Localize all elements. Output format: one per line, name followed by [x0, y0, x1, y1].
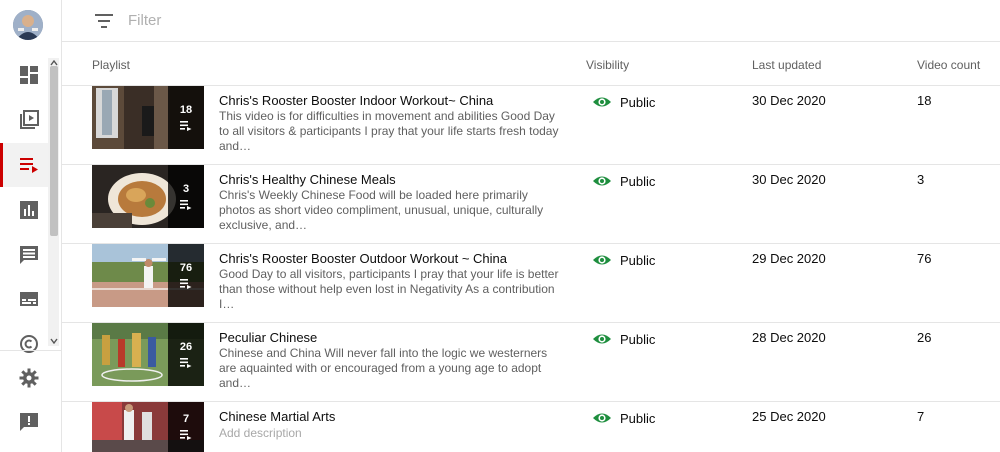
- playlist-queue-icon: [180, 357, 192, 368]
- playlist-description: Chris's Weekly Chinese Food will be load…: [219, 188, 544, 232]
- visibility-cell[interactable]: Public: [592, 171, 655, 191]
- header-video-count[interactable]: Video count: [917, 58, 980, 72]
- table-row[interactable]: 76 Chris's Rooster Booster Outdoor Worko…: [62, 244, 1000, 323]
- playlist-thumbnail[interactable]: 3: [92, 165, 204, 228]
- eye-icon: [593, 255, 611, 265]
- filter-input[interactable]: [128, 9, 528, 31]
- table-header: Playlist Visibility Last updated Video c…: [62, 42, 1000, 86]
- header-playlist[interactable]: Playlist: [92, 58, 130, 72]
- visibility-label: Public: [620, 173, 656, 189]
- scroll-up-icon[interactable]: [48, 58, 59, 68]
- filter-icon[interactable]: [92, 9, 116, 33]
- playlist-title[interactable]: Chinese Martial Arts: [219, 409, 335, 424]
- last-updated: 30 Dec 2020: [752, 93, 826, 108]
- playlist-queue-icon: [180, 278, 192, 289]
- thumbnail-video-count: 26: [179, 340, 193, 353]
- header-last-updated[interactable]: Last updated: [752, 58, 821, 72]
- table-row[interactable]: 18 Chris's Rooster Booster Indoor Workou…: [62, 86, 1000, 165]
- visibility-label: Public: [620, 252, 656, 268]
- thumbnail-overlay: 18: [168, 86, 204, 149]
- playlist-thumbnail[interactable]: 76: [92, 244, 204, 307]
- thumbnail-video-count: 3: [182, 182, 190, 195]
- playlist-queue-icon: [180, 430, 192, 440]
- visibility-label: Public: [620, 94, 656, 110]
- visibility-label: Public: [620, 331, 656, 347]
- last-updated: 25 Dec 2020: [752, 409, 826, 424]
- thumbnail-overlay: 7: [168, 402, 204, 452]
- sidebar-scrollbar-thumb[interactable]: [50, 66, 58, 236]
- thumbnail-overlay: 26: [168, 323, 204, 386]
- header-visibility[interactable]: Visibility: [586, 58, 629, 72]
- last-updated: 28 Dec 2020: [752, 330, 826, 345]
- playlist-title[interactable]: Chris's Rooster Booster Outdoor Workout …: [219, 251, 507, 266]
- scroll-down-icon[interactable]: [48, 336, 59, 346]
- video-count: 7: [917, 409, 925, 424]
- table-row[interactable]: 3 Chris's Healthy Chinese Meals Chris's …: [62, 165, 1000, 244]
- subtitles-icon: [20, 292, 38, 306]
- sidebar-item-settings[interactable]: [0, 356, 58, 400]
- playlist-title[interactable]: Peculiar Chinese: [219, 330, 317, 345]
- feedback-icon: [20, 413, 38, 431]
- filter-bar: [62, 0, 1000, 42]
- visibility-label: Public: [620, 410, 656, 426]
- thumbnail-overlay: 3: [168, 165, 204, 228]
- playlist-description-placeholder[interactable]: Add description: [219, 426, 567, 441]
- visibility-cell[interactable]: Public: [592, 408, 655, 428]
- thumbnail-video-count: 18: [179, 103, 193, 116]
- sidebar-item-feedback[interactable]: [0, 400, 58, 444]
- video-count: 26: [917, 330, 932, 345]
- playlist-thumbnail[interactable]: 18: [92, 86, 204, 149]
- eye-icon: [593, 334, 611, 344]
- thumbnail-video-count: 7: [182, 413, 190, 425]
- playlist-thumbnail[interactable]: 26: [92, 323, 204, 386]
- playlist-description: Chinese and China Will never fall into t…: [219, 346, 548, 390]
- video-count: 18: [917, 93, 932, 108]
- playlist-thumbnail[interactable]: 7: [92, 402, 204, 452]
- thumbnail-video-count: 76: [179, 261, 193, 274]
- sidebar-divider: [0, 350, 61, 351]
- eye-icon: [593, 413, 611, 423]
- sidebar: [0, 0, 62, 452]
- visibility-cell[interactable]: Public: [592, 92, 655, 112]
- table-row[interactable]: 26 Peculiar Chinese Chinese and China Wi…: [62, 323, 1000, 402]
- video-count: 76: [917, 251, 932, 266]
- last-updated: 29 Dec 2020: [752, 251, 826, 266]
- playlist-description: Good Day to all visitors, participants I…: [219, 267, 559, 311]
- analytics-icon: [20, 201, 38, 219]
- copyright-icon: [20, 335, 38, 353]
- studio-app: Playlist Visibility Last updated Video c…: [0, 0, 1000, 452]
- playlist-title[interactable]: Chris's Healthy Chinese Meals: [219, 172, 396, 187]
- dashboard-icon: [20, 66, 38, 84]
- last-updated: 30 Dec 2020: [752, 172, 826, 187]
- playlist-queue-icon: [180, 120, 192, 131]
- playlist-description: This video is for difficulties in moveme…: [219, 109, 559, 153]
- eye-icon: [593, 176, 611, 186]
- avatar[interactable]: [13, 10, 43, 40]
- visibility-cell[interactable]: Public: [592, 250, 655, 270]
- content-icon: [20, 110, 39, 129]
- playlist-title[interactable]: Chris's Rooster Booster Indoor Workout~ …: [219, 93, 493, 108]
- settings-icon: [19, 368, 39, 388]
- table-row[interactable]: 7 Chinese Martial Arts Add description P…: [62, 402, 1000, 452]
- eye-icon: [593, 97, 611, 107]
- video-count: 3: [917, 172, 925, 187]
- visibility-cell[interactable]: Public: [592, 329, 655, 349]
- thumbnail-overlay: 76: [168, 244, 204, 307]
- playlist-queue-icon: [180, 199, 192, 210]
- comments-icon: [20, 246, 38, 264]
- playlists-icon: [20, 158, 38, 173]
